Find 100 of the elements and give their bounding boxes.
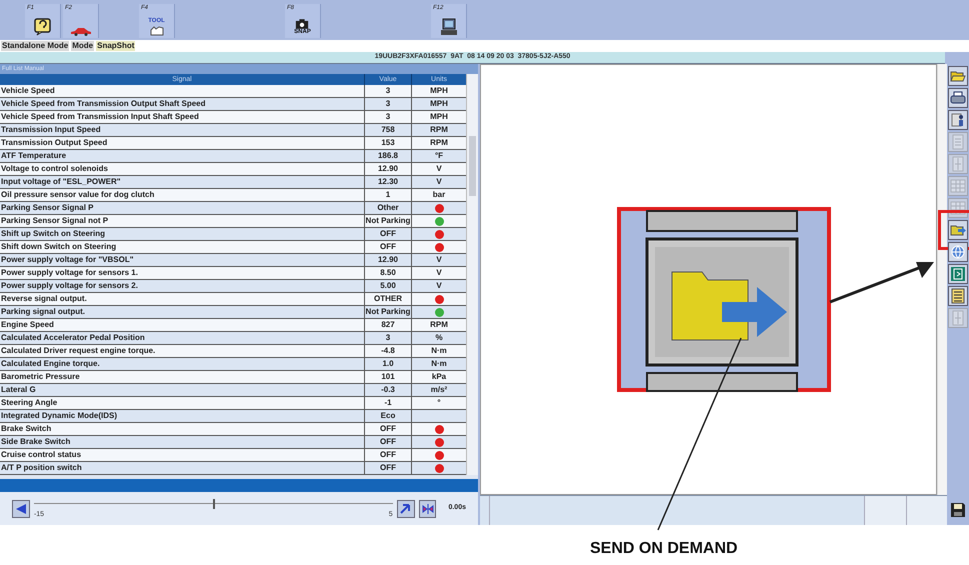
signal-cell: Calculated Engine torque.	[0, 358, 365, 370]
signal-cell: Parking Sensor Signal not P	[0, 215, 365, 227]
signal-cell: Shift down Switch on Steering	[0, 241, 365, 253]
units-cell: °F	[434, 150, 444, 162]
signal-cell: Oil pressure sensor value for dog clutch	[0, 189, 365, 201]
side-tool-button[interactable]	[948, 66, 968, 86]
units-cell: V	[436, 176, 442, 188]
value-cell: 153	[365, 137, 412, 149]
marker-button[interactable]	[418, 500, 436, 518]
units-cell: N·m	[431, 345, 447, 357]
value-cell: OTHER	[365, 293, 412, 305]
units-cell: V	[436, 254, 442, 266]
value-cell: 12.30	[365, 176, 412, 188]
value-cell: OFF	[365, 241, 412, 253]
value-cell: OFF	[365, 462, 412, 474]
signal-cell: Vehicle Speed	[0, 85, 365, 97]
value-cell: 827	[365, 319, 412, 331]
computer-icon	[440, 18, 458, 36]
units-cell: V	[436, 267, 442, 279]
signal-cell: Power supply voltage for sensors 2.	[0, 280, 365, 292]
signal-cell: Parking signal output.	[0, 306, 365, 318]
printer-icon	[950, 90, 966, 106]
signal-cell: Integrated Dynamic Mode(IDS)	[0, 410, 365, 422]
marker-icon	[422, 502, 434, 514]
arrow-icon	[400, 502, 412, 514]
value-cell: 758	[365, 124, 412, 136]
units-cell: N·m	[431, 358, 447, 370]
page-icon	[950, 134, 966, 150]
side-tool-button[interactable]	[948, 264, 968, 284]
previous-button[interactable]	[12, 500, 30, 518]
signal-cell: Power supply voltage for sensors 1.	[0, 267, 365, 279]
side-tool-button[interactable]	[948, 242, 968, 262]
value-cell: 1	[365, 189, 412, 201]
value-cell: Eco	[365, 410, 412, 422]
status-segment	[907, 496, 947, 525]
signal-cell: Cruise control status	[0, 449, 365, 461]
timeline-thumb[interactable]	[213, 499, 216, 509]
units-cell: V	[436, 280, 442, 292]
timeline-track[interactable]	[34, 499, 393, 509]
units-cell: MPH	[430, 111, 448, 123]
value-cell: Other	[365, 202, 412, 214]
next-button[interactable]	[396, 500, 415, 518]
signal-cell: A/T P position switch	[0, 462, 365, 474]
units-cell: RPM	[430, 124, 448, 136]
signal-cell: Reverse signal output.	[0, 293, 365, 305]
units-cell: MPH	[430, 98, 448, 110]
signal-cell: Calculated Driver request engine torque.	[0, 345, 365, 357]
signal-cell: Vehicle Speed from Transmission Output Shaft Speed	[0, 98, 365, 110]
car-icon	[70, 26, 92, 36]
units-cell: %	[435, 332, 443, 344]
signal-cell: Shift up Switch on Steering	[0, 228, 365, 240]
globe-icon	[950, 244, 966, 260]
value-cell: 1.0	[365, 358, 412, 370]
grid-icon	[950, 178, 966, 194]
side-tool-button[interactable]	[948, 286, 968, 306]
units-cell: RPM	[430, 319, 448, 331]
scrollbar[interactable]	[937, 64, 947, 495]
signal-cell: Input voltage of "ESL_POWER"	[0, 176, 365, 188]
value-cell: 3	[365, 332, 412, 344]
value-cell: OFF	[365, 436, 412, 448]
units-cell: kPa	[432, 371, 446, 383]
split-icon	[950, 156, 966, 172]
units-cell: m/s²	[430, 384, 448, 396]
signal-cell: Barometric Pressure	[0, 371, 365, 383]
signal-cell: Steering Angle	[0, 397, 365, 409]
callout-label: SEND ON DEMAND	[590, 539, 738, 559]
value-cell: 12.90	[365, 254, 412, 266]
value-cell: OFF	[365, 423, 412, 435]
value-cell: 186.8	[365, 150, 412, 162]
signal-cell: Voltage to control solenoids	[0, 163, 365, 175]
value-cell: 12.90	[365, 163, 412, 175]
mode-label: Standalone Mode	[1, 41, 70, 51]
signal-cell: Calculated Accelerator Pedal Position	[0, 332, 365, 344]
units-cell: bar	[432, 189, 446, 201]
signal-cell: Engine Speed	[0, 319, 365, 331]
value-cell: 3	[365, 98, 412, 110]
side-tool-button[interactable]	[948, 110, 968, 130]
value-cell: 101	[365, 371, 412, 383]
signal-cell: Brake Switch	[0, 423, 365, 435]
units-cell: V	[436, 163, 442, 175]
side-tool-button[interactable]	[948, 88, 968, 108]
signal-cell: Parking Sensor Signal P	[0, 202, 365, 214]
scrollbar[interactable]	[466, 74, 478, 475]
person-icon	[950, 112, 966, 128]
value-cell: -4.8	[365, 345, 412, 357]
split-icon	[950, 310, 966, 326]
left-triangle-icon	[14, 502, 27, 514]
help-icon	[34, 18, 52, 36]
signal-cell: Lateral G	[0, 384, 365, 396]
exit-icon	[950, 266, 966, 282]
list-icon	[950, 288, 966, 304]
camera-icon	[295, 19, 310, 29]
save-button[interactable]	[949, 501, 967, 519]
value-cell: -1	[365, 397, 412, 409]
units-cell: MPH	[430, 85, 448, 97]
signal-cell: Transmission Output Speed	[0, 137, 365, 149]
value-cell: OFF	[365, 228, 412, 240]
side-tool-button[interactable]	[948, 220, 968, 240]
value-cell: Not Parking	[365, 306, 412, 318]
signal-cell: ATF Temperature	[0, 150, 365, 162]
